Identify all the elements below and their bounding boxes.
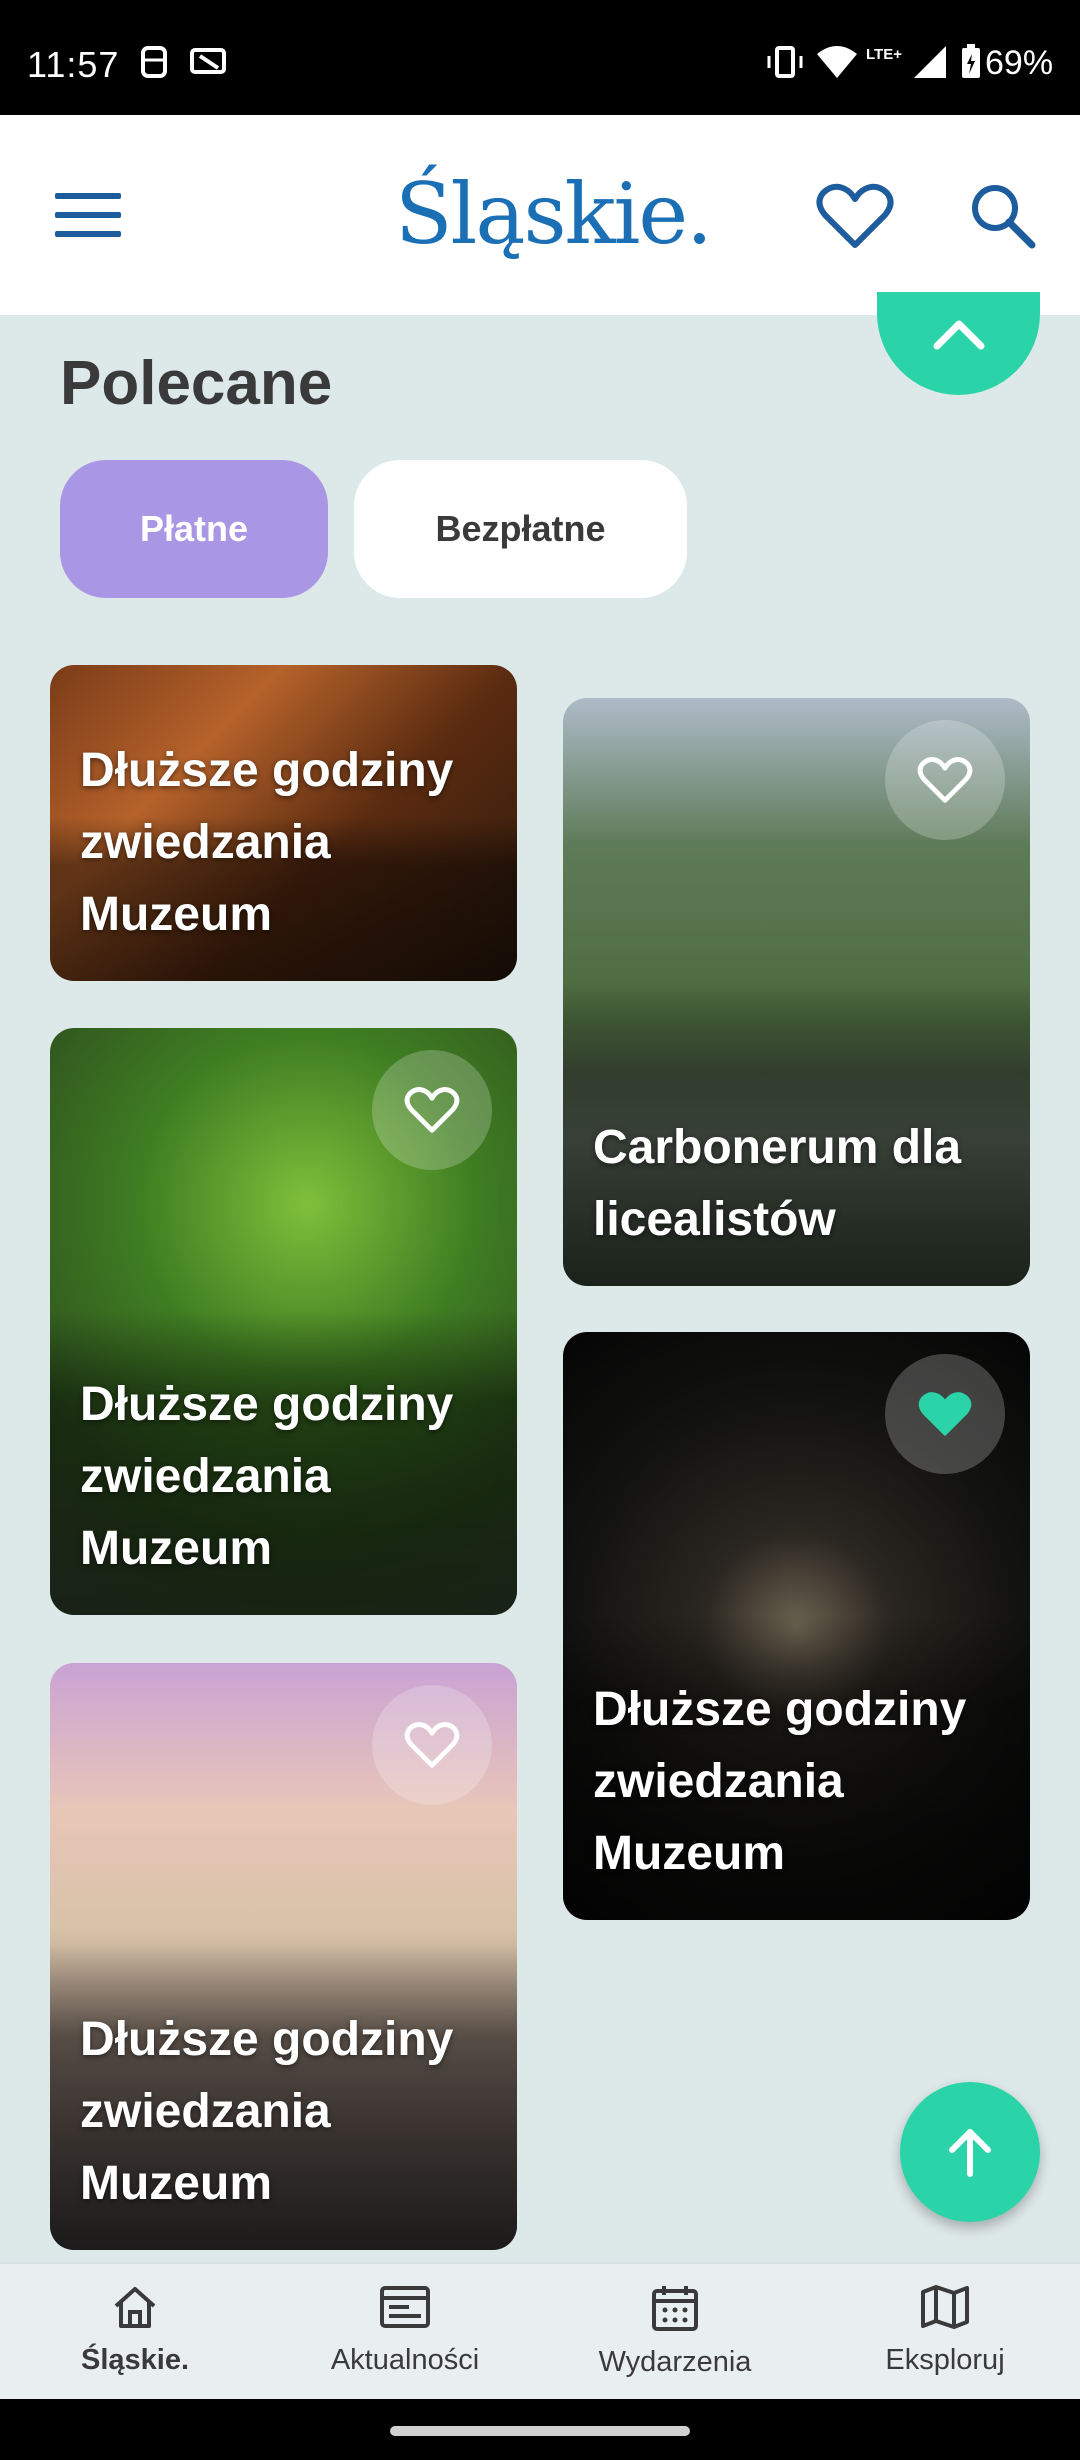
favorite-button[interactable] — [372, 1685, 492, 1805]
favorite-button[interactable] — [372, 1050, 492, 1170]
nav-label: Śląskie. — [80, 2344, 190, 2376]
map-icon — [921, 2285, 969, 2329]
heart-outline-icon — [404, 1722, 460, 1768]
home-gesture-handle[interactable] — [390, 2426, 690, 2436]
search-icon[interactable] — [968, 181, 1038, 251]
network-type: LTE+ — [866, 46, 902, 63]
section-title: Polecane — [60, 349, 333, 418]
nav-label: Eksploruj — [885, 2344, 1005, 2376]
card-title: Carbonerum dla licealistów — [593, 1121, 962, 1246]
news-icon — [380, 2286, 430, 2328]
card-title: Dłuższe godziny zwiedzania Muzeum — [80, 1378, 454, 1575]
app-header: Śląskie. — [0, 115, 1080, 315]
scroll-to-top-button[interactable] — [900, 2082, 1040, 2222]
nav-item-home[interactable]: Śląskie. — [0, 2284, 270, 2377]
system-navigation-bar — [0, 2399, 1080, 2460]
signal-icon — [914, 46, 946, 78]
arrow-up-icon — [949, 2129, 991, 2177]
nav-label: Aktualności — [330, 2344, 480, 2376]
event-card[interactable]: Carbonerum dla licealistów — [563, 698, 1030, 1286]
chevron-up-icon — [933, 320, 985, 350]
favorite-button[interactable] — [885, 720, 1005, 840]
battery-icon — [962, 44, 980, 78]
nav-item-news[interactable]: Aktualności — [270, 2284, 540, 2377]
event-card[interactable]: Dłuższe godziny zwiedzania Muzeum — [50, 665, 517, 981]
nav-item-explore[interactable]: Eksploruj — [810, 2284, 1080, 2377]
card-title: Dłuższe godziny zwiedzania Muzeum — [80, 744, 454, 941]
filter-free-chip[interactable]: Bezpłatne — [354, 460, 687, 598]
menu-icon[interactable] — [55, 193, 121, 239]
favorite-button[interactable] — [885, 1354, 1005, 1474]
filter-paid-chip[interactable]: Płatne — [60, 460, 328, 598]
heart-outline-icon — [917, 757, 973, 803]
heart-outline-icon — [404, 1087, 460, 1133]
nav-item-events[interactable]: Wydarzenia — [540, 2284, 810, 2379]
notification-icon — [141, 46, 167, 78]
status-time: 11:57 — [27, 44, 120, 85]
collapse-button[interactable] — [877, 292, 1040, 395]
vibrate-icon — [767, 46, 803, 78]
home-icon — [114, 2287, 156, 2328]
card-title: Dłuższe godziny zwiedzania Muzeum — [593, 1683, 967, 1880]
event-card[interactable]: Dłuższe godziny zwiedzania Muzeum — [563, 1332, 1030, 1920]
app-logo[interactable]: Śląskie. — [395, 165, 713, 263]
cast-icon — [190, 48, 226, 74]
event-card[interactable]: Dłuższe godziny zwiedzania Muzeum — [50, 1028, 517, 1615]
bottom-navigation: Śląskie. Aktualności Wydarzenia Eksploru… — [0, 2262, 1080, 2399]
favorites-icon[interactable] — [815, 181, 895, 251]
card-title: Dłuższe godziny zwiedzania Muzeum — [80, 2013, 454, 2210]
status-bar: 11:57 LTE+ 69% — [0, 0, 1080, 115]
nav-label: Wydarzenia — [598, 2346, 752, 2378]
battery-percentage: 69% — [985, 44, 1054, 82]
wifi-icon — [817, 46, 857, 78]
event-card[interactable]: Dłuższe godziny zwiedzania Muzeum — [50, 1663, 517, 2250]
calendar-icon — [652, 2286, 698, 2331]
heart-filled-icon — [918, 1392, 972, 1436]
